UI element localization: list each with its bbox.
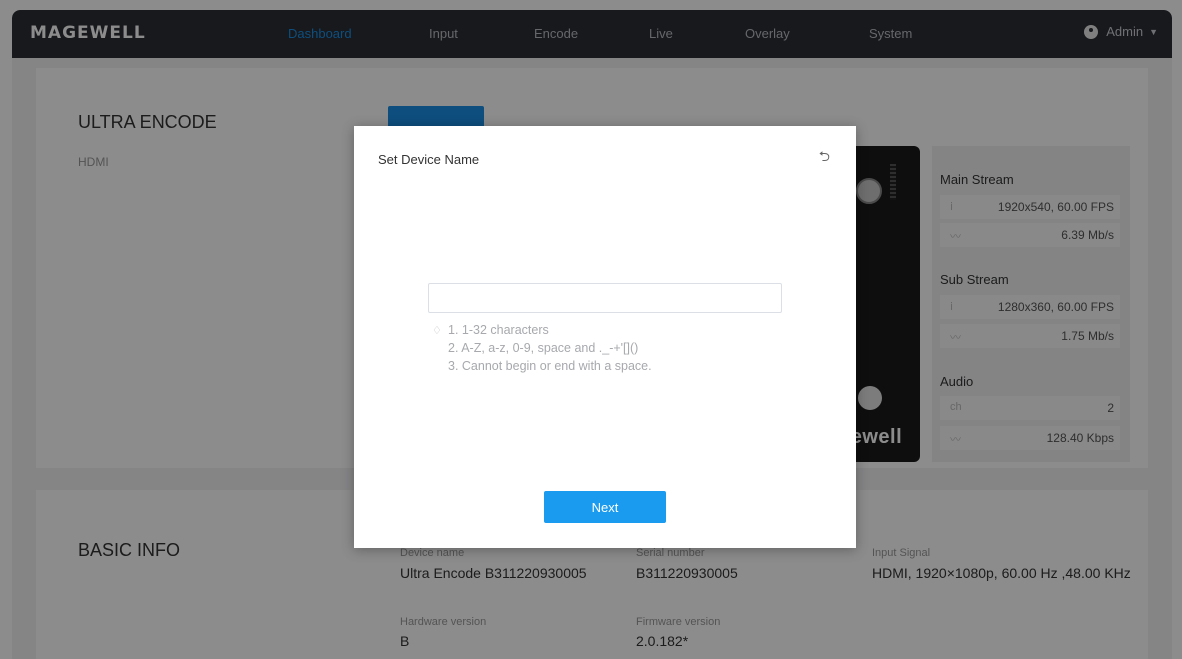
- next-button[interactable]: Next: [544, 491, 666, 523]
- rule-1: 1. 1-32 characters: [448, 323, 549, 337]
- back-icon[interactable]: ⮌: [819, 146, 830, 170]
- lightbulb-icon: ♢: [432, 325, 442, 337]
- dialog-title: Set Device Name: [378, 152, 480, 167]
- device-name-input[interactable]: [428, 283, 782, 313]
- set-device-name-dialog: Set Device Name ⮌ ♢ 1. 1-32 characters 2…: [354, 126, 856, 548]
- rule-3: 3. Cannot begin or end with a space.: [448, 359, 652, 373]
- rule-2: 2. A-Z, a-z, 0-9, space and ._-+'[](): [448, 341, 639, 355]
- name-rules: ♢ 1. 1-32 characters 2. A-Z, a-z, 0-9, s…: [432, 321, 652, 375]
